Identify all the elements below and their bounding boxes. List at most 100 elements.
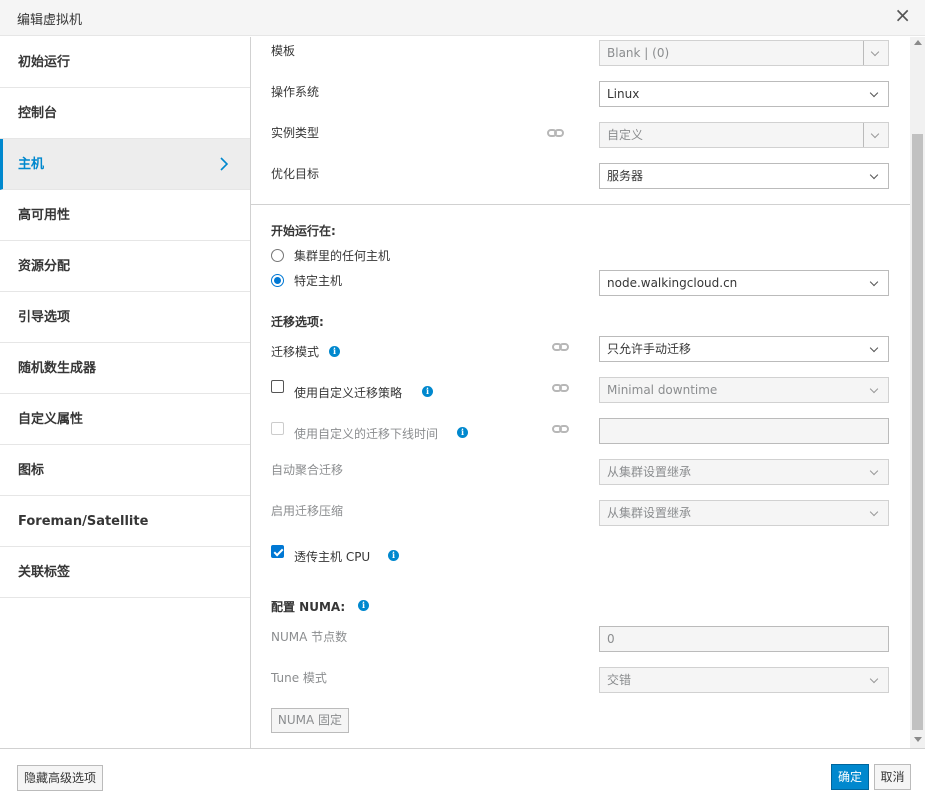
- sidebar-item-label: 引导选项: [18, 310, 71, 325]
- sidebar-item-label: 随机数生成器: [18, 361, 97, 376]
- sidebar-item-high-availability[interactable]: 高可用性: [0, 190, 250, 241]
- sidebar-item-label: 高可用性: [18, 208, 71, 223]
- migration-mode-value: 只允许手动迁移: [607, 342, 692, 356]
- info-icon[interactable]: i: [388, 550, 399, 561]
- sidebar-item-random-generator[interactable]: 随机数生成器: [0, 343, 250, 394]
- chevron-down-icon: [863, 271, 888, 295]
- numa-node-count-label: NUMA 节点数: [271, 630, 348, 644]
- instance-type-value: 自定义: [607, 128, 644, 142]
- chevron-down-icon: [863, 501, 888, 525]
- custom-policy-select: Minimal downtime: [599, 377, 889, 403]
- info-icon[interactable]: i: [457, 427, 468, 438]
- section-divider: [251, 204, 910, 205]
- dialog-header: 编辑虚拟机 ×: [0, 0, 925, 36]
- template-label: 模板: [271, 44, 296, 58]
- tune-mode-select: 交错: [599, 667, 889, 693]
- dialog-footer: 隐藏高级选项 确定 取消: [0, 748, 925, 801]
- auto-converge-label: 自动聚合迁移: [271, 463, 344, 477]
- sidebar-item-label: Foreman/Satellite: [18, 514, 149, 529]
- numa-node-count-input: 0: [599, 626, 889, 652]
- os-value: Linux: [607, 87, 640, 101]
- sidebar-item-resource-allocation[interactable]: 资源分配: [0, 241, 250, 292]
- compression-value: 从集群设置继承: [607, 506, 692, 520]
- sidebar-item-label: 资源分配: [18, 259, 71, 274]
- custom-downtime-label: 使用自定义的迁移下线时间: [294, 427, 439, 441]
- link-icon[interactable]: [552, 343, 570, 351]
- any-host-radio[interactable]: [271, 249, 284, 262]
- migration-mode-select[interactable]: 只允许手动迁移: [599, 336, 889, 362]
- dialog-title: 编辑虚拟机: [17, 13, 83, 28]
- specific-host-radio[interactable]: [271, 274, 284, 287]
- numa-heading: 配置 NUMA:: [271, 600, 346, 614]
- optimize-select[interactable]: 服务器: [599, 163, 889, 189]
- migration-mode-label: 迁移模式: [271, 345, 320, 359]
- pass-cpu-checkbox[interactable]: [271, 545, 284, 558]
- main-content: 模板 Blank | (0) 操作系统 Linux 实例类型 自定义 优化目标 …: [251, 37, 910, 748]
- ok-button[interactable]: 确定: [831, 764, 869, 790]
- template-value: Blank | (0): [607, 46, 670, 60]
- chevron-down-icon: [863, 41, 888, 65]
- hide-advanced-button[interactable]: 隐藏高级选项: [17, 765, 103, 791]
- chevron-down-icon: [863, 668, 888, 692]
- auto-converge-select: 从集群设置继承: [599, 459, 889, 485]
- auto-converge-value: 从集群设置继承: [607, 465, 692, 479]
- chevron-down-icon: [863, 460, 888, 484]
- info-icon[interactable]: i: [358, 600, 369, 611]
- sidebar-item-console[interactable]: 控制台: [0, 88, 250, 139]
- optimize-label: 优化目标: [271, 167, 320, 181]
- link-icon[interactable]: [552, 384, 570, 392]
- info-icon[interactable]: i: [422, 386, 433, 397]
- scroll-down-icon[interactable]: [914, 737, 922, 742]
- sidebar-item-custom-properties[interactable]: 自定义属性: [0, 394, 250, 445]
- custom-downtime-input: [599, 418, 889, 444]
- sidebar-item-label: 主机: [18, 157, 45, 172]
- chevron-down-icon: [863, 82, 888, 106]
- tune-mode-label: Tune 模式: [271, 671, 327, 685]
- sidebar-item-label: 控制台: [18, 106, 58, 121]
- sidebar-item-foreman[interactable]: Foreman/Satellite: [0, 496, 250, 547]
- custom-policy-value: Minimal downtime: [607, 383, 718, 397]
- sidebar-item-host[interactable]: 主机: [0, 139, 250, 190]
- host-select[interactable]: node.walkingcloud.cn: [599, 270, 889, 296]
- tune-mode-value: 交错: [607, 673, 632, 687]
- sidebar-item-initial-run[interactable]: 初始运行: [0, 37, 250, 88]
- sidebar-item-affinity-labels[interactable]: 关联标签: [0, 547, 250, 598]
- start-on-heading: 开始运行在:: [271, 224, 336, 238]
- sidebar-item-label: 自定义属性: [18, 412, 84, 427]
- chevron-down-icon: [863, 337, 888, 361]
- os-select[interactable]: Linux: [599, 81, 889, 107]
- cancel-button[interactable]: 取消: [874, 764, 911, 790]
- compression-label: 启用迁移压缩: [271, 504, 344, 518]
- sidebar-item-label: 初始运行: [18, 55, 71, 70]
- custom-downtime-checkbox[interactable]: [271, 422, 284, 435]
- scroll-up-icon[interactable]: [914, 40, 922, 45]
- custom-policy-label: 使用自定义迁移策略: [294, 386, 403, 400]
- os-label: 操作系统: [271, 85, 320, 99]
- close-icon[interactable]: ×: [894, 5, 911, 25]
- link-icon[interactable]: [552, 425, 570, 433]
- content-scrollbar[interactable]: [910, 37, 925, 748]
- info-icon[interactable]: i: [329, 346, 340, 357]
- migration-heading: 迁移选项:: [271, 315, 324, 329]
- sidebar-item-boot-options[interactable]: 引导选项: [0, 292, 250, 343]
- compression-select: 从集群设置继承: [599, 500, 889, 526]
- chevron-down-icon: [863, 378, 888, 402]
- scroll-thumb[interactable]: [912, 134, 923, 730]
- instance-type-select: 自定义: [599, 122, 889, 148]
- instance-type-label: 实例类型: [271, 126, 320, 140]
- numa-pin-button[interactable]: NUMA 固定: [271, 708, 349, 733]
- sidebar-item-icon[interactable]: 图标: [0, 445, 250, 496]
- optimize-value: 服务器: [607, 169, 644, 183]
- chevron-down-icon: [863, 123, 888, 147]
- sidebar-item-label: 图标: [18, 463, 45, 478]
- host-value: node.walkingcloud.cn: [607, 276, 738, 290]
- sidebar: 初始运行 控制台 主机 高可用性 资源分配 引导选项 随机数生成器 自定义属性 …: [0, 37, 251, 748]
- chevron-down-icon: [863, 164, 888, 188]
- custom-policy-checkbox[interactable]: [271, 380, 284, 393]
- any-host-label: 集群里的任何主机: [294, 249, 391, 263]
- link-icon[interactable]: [547, 129, 565, 137]
- specific-host-label: 特定主机: [294, 274, 343, 288]
- template-select: Blank | (0): [599, 40, 889, 66]
- sidebar-item-label: 关联标签: [18, 565, 71, 580]
- pass-cpu-label: 透传主机 CPU: [294, 550, 371, 564]
